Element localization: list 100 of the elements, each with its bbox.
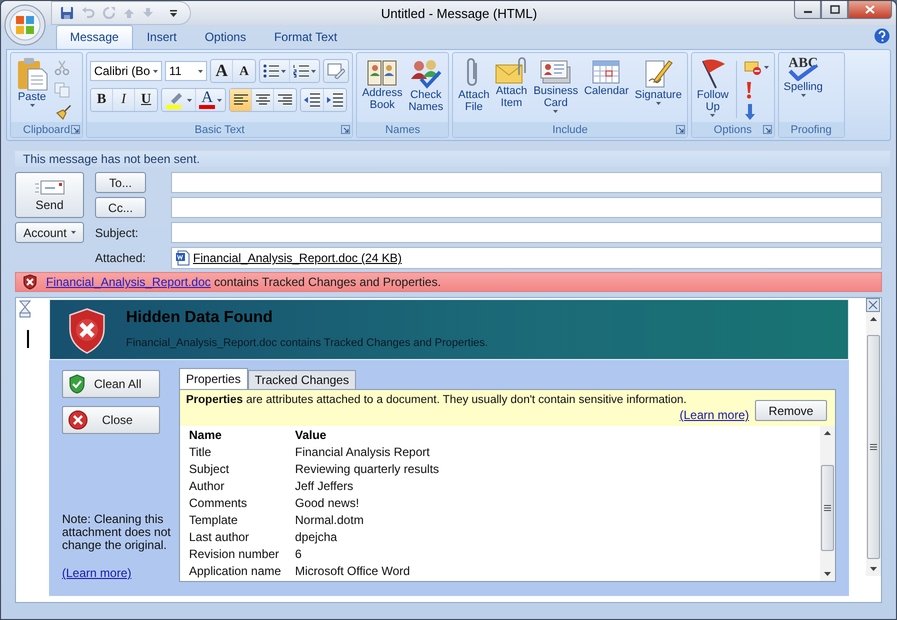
toolbar-button[interactable] [230, 89, 252, 111]
caret-icon [70, 231, 76, 234]
note-text: Note: Cleaning this attachment does not change the original. [62, 513, 172, 552]
table-cell-text: Revision number [189, 547, 280, 563]
up-arrow-icon[interactable] [824, 431, 831, 435]
table-cell-text: Last author [189, 530, 250, 546]
tab[interactable]: Properties [179, 368, 248, 389]
table-cell-text: Author [189, 479, 226, 495]
styles-icon [327, 63, 346, 79]
caret-icon [800, 94, 806, 97]
ribbon-button[interactable]: Calendar [582, 55, 631, 99]
attachment-link[interactable]: Financial_Analysis_Report.doc (24 KB) [193, 251, 402, 266]
tab[interactable]: Tracked Changes [248, 370, 356, 389]
file-link[interactable]: Financial_Analysis_Report.doc [46, 275, 211, 290]
down-arrow-icon [744, 102, 756, 120]
font-field[interactable]: Calibri (Bo [90, 61, 162, 81]
maximize-button[interactable] [821, 1, 848, 19]
ribbon-button[interactable]: Paste [14, 55, 50, 109]
undo-icon [81, 6, 95, 20]
toolbar-button[interactable]: I [113, 89, 136, 111]
decrease-indent-icon [304, 93, 320, 107]
group-label: Basic Text [194, 124, 245, 136]
toolbar-button[interactable]: B [91, 89, 114, 111]
table-cell-text: Good news! [295, 496, 360, 512]
learn-more-link[interactable]: (Learn more) [680, 408, 749, 422]
align-left-icon [234, 94, 248, 106]
caret-icon [198, 70, 204, 72]
dialog-launcher-icon[interactable] [762, 125, 772, 134]
caret-icon [311, 70, 316, 72]
info-bar: This message has not been sent. [15, 151, 890, 168]
dialog-subtitle: Financial_Analysis_Report.doc contains Tracked Changes and Properties. [126, 337, 488, 349]
caret-icon [710, 114, 716, 117]
dialog-launcher-icon[interactable] [676, 125, 685, 134]
up-arrow-icon[interactable] [870, 317, 877, 321]
table-cell-text: Comments [189, 496, 248, 512]
window-title: Untitled - Message (HTML) [381, 6, 538, 20]
close-icon [865, 5, 875, 14]
close-button[interactable] [848, 1, 892, 19]
caret-icon [187, 98, 192, 102]
word-document-icon [176, 250, 190, 266]
table-cell-text: Subject [189, 462, 230, 478]
close-button[interactable]: Close [62, 406, 160, 434]
group-label: Options [714, 124, 752, 136]
down-arrow-icon[interactable] [870, 567, 877, 571]
address-field[interactable] [171, 197, 882, 218]
send-button[interactable]: Send [15, 172, 84, 218]
text-cursor [27, 330, 29, 348]
clipboard-icon [16, 57, 48, 91]
shield-icon [22, 274, 38, 290]
remove-button[interactable]: Remove [755, 400, 827, 421]
minimize-button[interactable] [794, 1, 821, 19]
clean-all-button[interactable]: Clean All [62, 370, 160, 398]
ribbon-tab[interactable]: Options [190, 25, 260, 49]
error-icon [68, 410, 88, 430]
office-button-icon[interactable] [4, 4, 46, 46]
address-button[interactable]: Cc... [95, 197, 146, 218]
ribbon-button[interactable]: Business Card [531, 55, 580, 115]
envelope-block-icon [744, 60, 762, 76]
font-size-field[interactable]: 11 [165, 61, 208, 81]
view-toggle-icon[interactable] [866, 298, 880, 312]
ribbon-button[interactable]: ABC Spelling [782, 55, 825, 99]
down-arrow-icon[interactable] [824, 572, 831, 576]
dialog-launcher-icon[interactable] [71, 125, 80, 134]
table-cell-text: Template [189, 513, 239, 529]
ribbon-button[interactable]: Signature [632, 55, 684, 107]
ribbon-button[interactable]: Check Names [406, 55, 446, 115]
subject-field[interactable] [171, 222, 882, 244]
dialog-launcher-icon[interactable] [341, 125, 350, 134]
grip-icon [870, 444, 877, 450]
help-icon[interactable] [874, 28, 890, 44]
numbered-list-icon [293, 64, 310, 78]
ribbon-button[interactable]: Attach File [456, 55, 492, 115]
color-bar [199, 105, 216, 109]
alert-message: Financial_Analysis_Report.doc contains Tracked Changes and Properties. [46, 275, 441, 290]
ribbon-button[interactable]: Follow Up [694, 55, 731, 119]
ribbon-button[interactable]: Address Book [360, 55, 404, 113]
redo-icon [102, 6, 116, 20]
ribbon-tab[interactable]: Insert [132, 25, 191, 49]
group-label: Names [385, 124, 420, 136]
checkmark-icon [786, 65, 820, 81]
learn-more-link[interactable]: (Learn more) [62, 566, 132, 580]
column-header: Name [189, 428, 223, 444]
address-button[interactable]: To... [95, 172, 146, 194]
ribbon-tab[interactable]: Format Text [260, 25, 352, 49]
caret-icon [30, 104, 34, 107]
scissors-icon [54, 60, 70, 76]
scrollbar[interactable] [820, 426, 835, 581]
ribbon-tab[interactable]: Message [56, 25, 133, 49]
address-field[interactable] [171, 172, 882, 194]
caret-icon [553, 110, 558, 113]
dialog-title: Hidden Data Found [126, 308, 274, 327]
toolbar-button[interactable]: A [211, 60, 234, 82]
bullet-list-icon [263, 64, 280, 78]
toolbar-button[interactable]: A [233, 60, 256, 82]
toolbar-button[interactable]: U [135, 89, 158, 111]
indent-marker-icon[interactable] [19, 300, 31, 318]
account-button[interactable]: Account [15, 222, 84, 244]
scrollbar[interactable] [866, 312, 881, 576]
ribbon-button[interactable]: Attach Item [493, 55, 530, 111]
increase-indent-icon [327, 93, 344, 107]
